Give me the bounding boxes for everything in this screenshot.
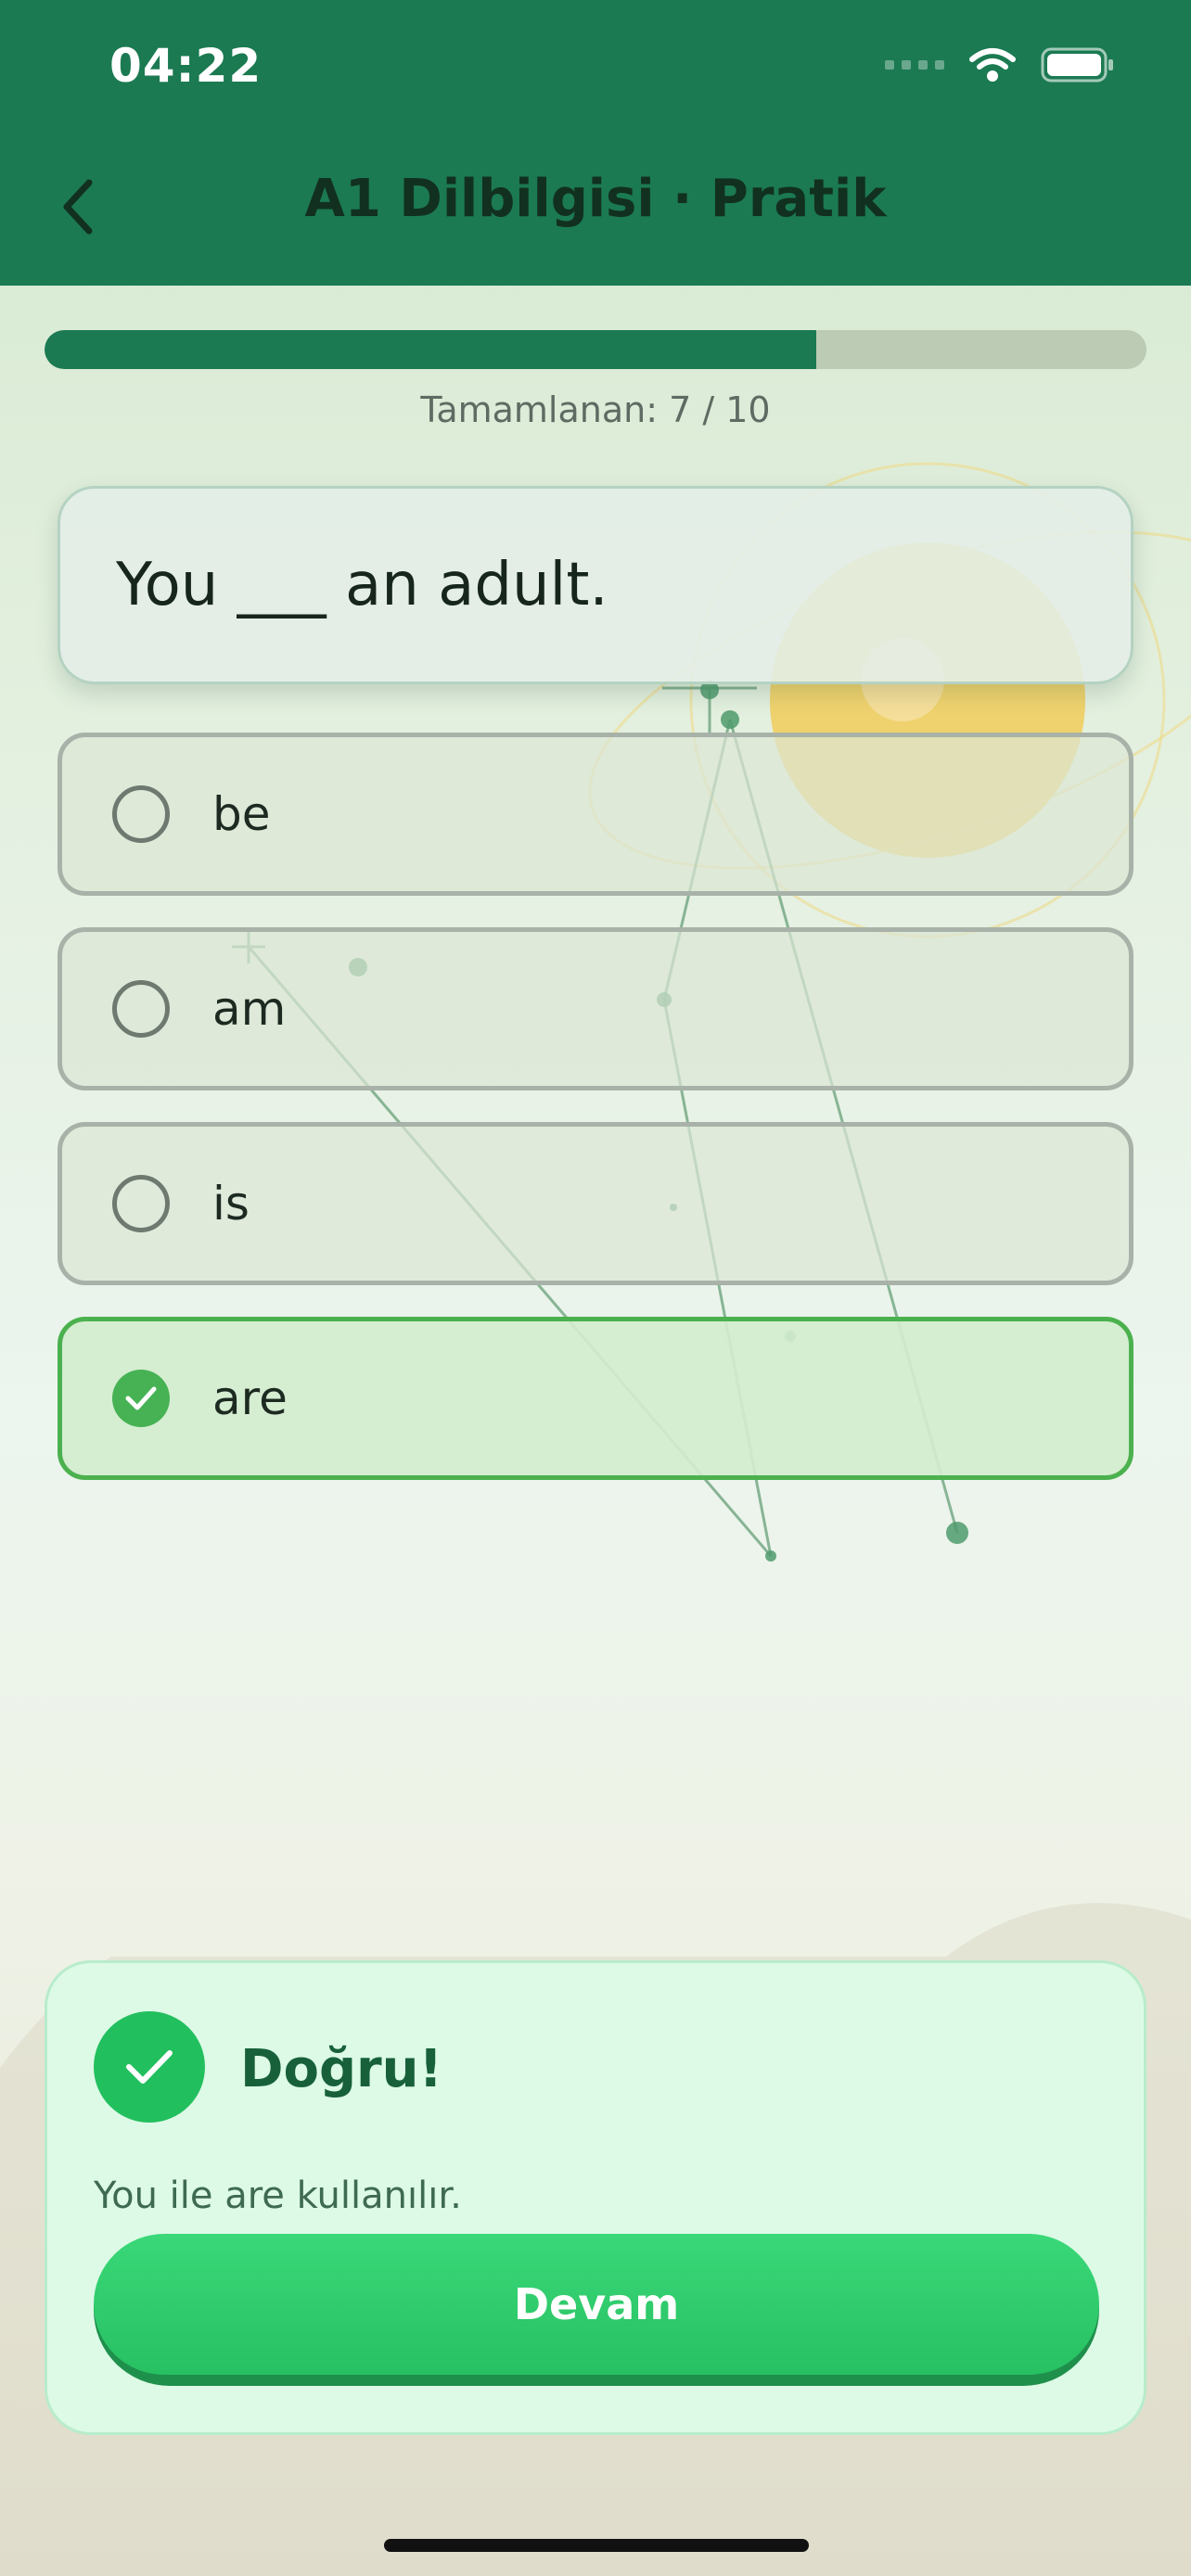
- option-be[interactable]: be: [58, 733, 1133, 896]
- option-are[interactable]: are: [58, 1317, 1133, 1480]
- question-card: You ___ an adult.: [58, 486, 1133, 684]
- feedback-title: Doğru!: [240, 2039, 443, 2099]
- feedback-panel: Doğru! You ile are kullanılır. Devam: [45, 1960, 1146, 2435]
- feedback-explanation: You ile are kullanılır.: [94, 2174, 462, 2217]
- option-is[interactable]: is: [58, 1122, 1133, 1285]
- home-indicator[interactable]: [384, 2539, 809, 2552]
- radio-unchecked-icon: [112, 980, 170, 1038]
- continue-button-label: Devam: [94, 2234, 1099, 2375]
- radio-checked-icon: [112, 1370, 170, 1427]
- battery-icon: [1041, 47, 1113, 83]
- cellular-signal-icon: [885, 60, 944, 70]
- checkmark-icon: [126, 2050, 173, 2084]
- progress-bar: [45, 330, 1146, 369]
- option-label: am: [212, 982, 287, 1036]
- status-time: 04:22: [109, 39, 263, 93]
- continue-button[interactable]: Devam: [94, 2234, 1099, 2386]
- status-icons: [885, 46, 1115, 83]
- progress-fill: [45, 330, 816, 369]
- question-text: You ___ an adult.: [116, 551, 608, 619]
- correct-check-icon: [94, 2011, 205, 2123]
- option-label: be: [212, 787, 271, 841]
- radio-unchecked-icon: [112, 785, 170, 843]
- wifi-icon: [969, 48, 1016, 82]
- app-header: 04:22 A1 Dilbilgisi · Pratik: [0, 0, 1191, 286]
- checkmark-icon: [125, 1386, 157, 1410]
- radio-unchecked-icon: [112, 1175, 170, 1232]
- option-label: is: [212, 1177, 250, 1231]
- option-am[interactable]: am: [58, 927, 1133, 1090]
- progress-label: Tamamlanan: 7 / 10: [420, 389, 771, 430]
- page-title: A1 Dilbilgisi · Pratik: [304, 169, 887, 229]
- option-label: are: [212, 1371, 288, 1425]
